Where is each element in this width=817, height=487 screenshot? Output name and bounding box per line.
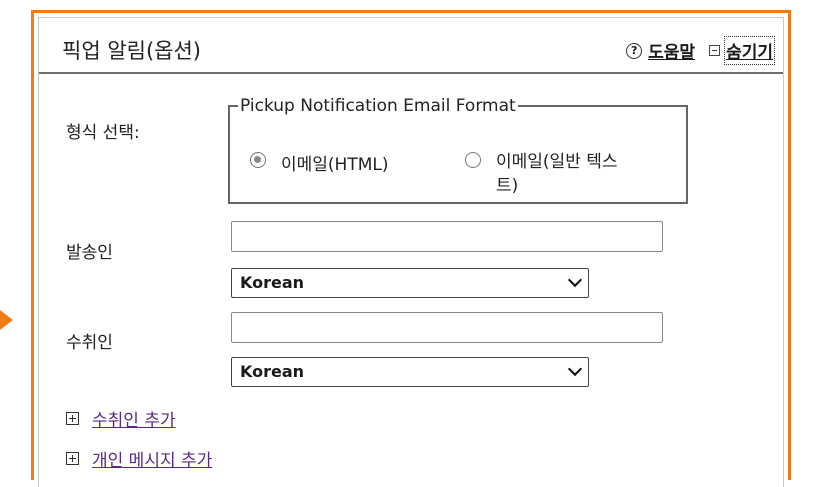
chevron-down-icon[interactable] (567, 272, 583, 288)
pointer-arrow-icon (0, 310, 13, 330)
header-tools: ? 도움말 숨기기 (626, 36, 775, 65)
radio-plain-text-label[interactable]: 이메일(일반 텍스 트) (496, 150, 618, 198)
help-link[interactable]: 도움말 (648, 38, 695, 63)
add-personal-message-row[interactable]: 개인 메시지 추가 (66, 446, 212, 471)
add-personal-message-link[interactable]: 개인 메시지 추가 (92, 446, 212, 471)
radio-plain-text-label-line1[interactable]: 이메일(일반 텍스 (496, 152, 618, 172)
radio-html-label[interactable]: 이메일(HTML) (281, 150, 389, 175)
plus-box-icon[interactable] (66, 452, 79, 465)
chevron-down-icon[interactable] (567, 361, 583, 377)
radio-option-plain-text[interactable]: 이메일(일반 텍스 트) (465, 150, 618, 198)
sender-label: 발송인 (66, 243, 113, 263)
recipient-language-select[interactable]: Korean (231, 357, 589, 387)
minus-box-icon[interactable] (709, 45, 721, 56)
email-format-fieldset: Pickup Notification Email Format 이메일(HTM… (228, 96, 688, 204)
sender-email-input[interactable] (231, 221, 663, 252)
help-circle-icon[interactable]: ? (626, 42, 643, 59)
radio-html[interactable] (250, 152, 266, 168)
recipient-language-value[interactable]: Korean (240, 362, 304, 381)
sender-language-select[interactable]: Korean (231, 268, 589, 298)
format-label: 형식 선택: (66, 123, 140, 143)
add-recipient-row[interactable]: 수취인 추가 (66, 406, 176, 431)
pickup-notification-panel: 픽업 알림(옵션) ? 도움말 숨기기 형식 선택: Pickup Notifi… (31, 10, 791, 487)
sender-language-value[interactable]: Korean (240, 273, 304, 292)
radio-plain-text-label-line2[interactable]: 트) (496, 176, 518, 196)
panel-header: 픽업 알림(옵션) ? 도움말 숨기기 (39, 18, 783, 74)
panel-title: 픽업 알림(옵션) (62, 39, 201, 63)
recipient-email-input[interactable] (231, 312, 663, 343)
hide-link[interactable]: 숨기기 (724, 36, 775, 65)
radio-plain-text[interactable] (465, 152, 481, 168)
format-legend: Pickup Notification Email Format (240, 96, 516, 116)
add-recipient-link[interactable]: 수취인 추가 (92, 406, 176, 431)
plus-box-icon[interactable] (66, 412, 79, 425)
panel-inner: 픽업 알림(옵션) ? 도움말 숨기기 형식 선택: Pickup Notifi… (38, 17, 784, 487)
radio-option-html[interactable]: 이메일(HTML) (250, 150, 389, 175)
recipient-label: 수취인 (66, 333, 113, 353)
